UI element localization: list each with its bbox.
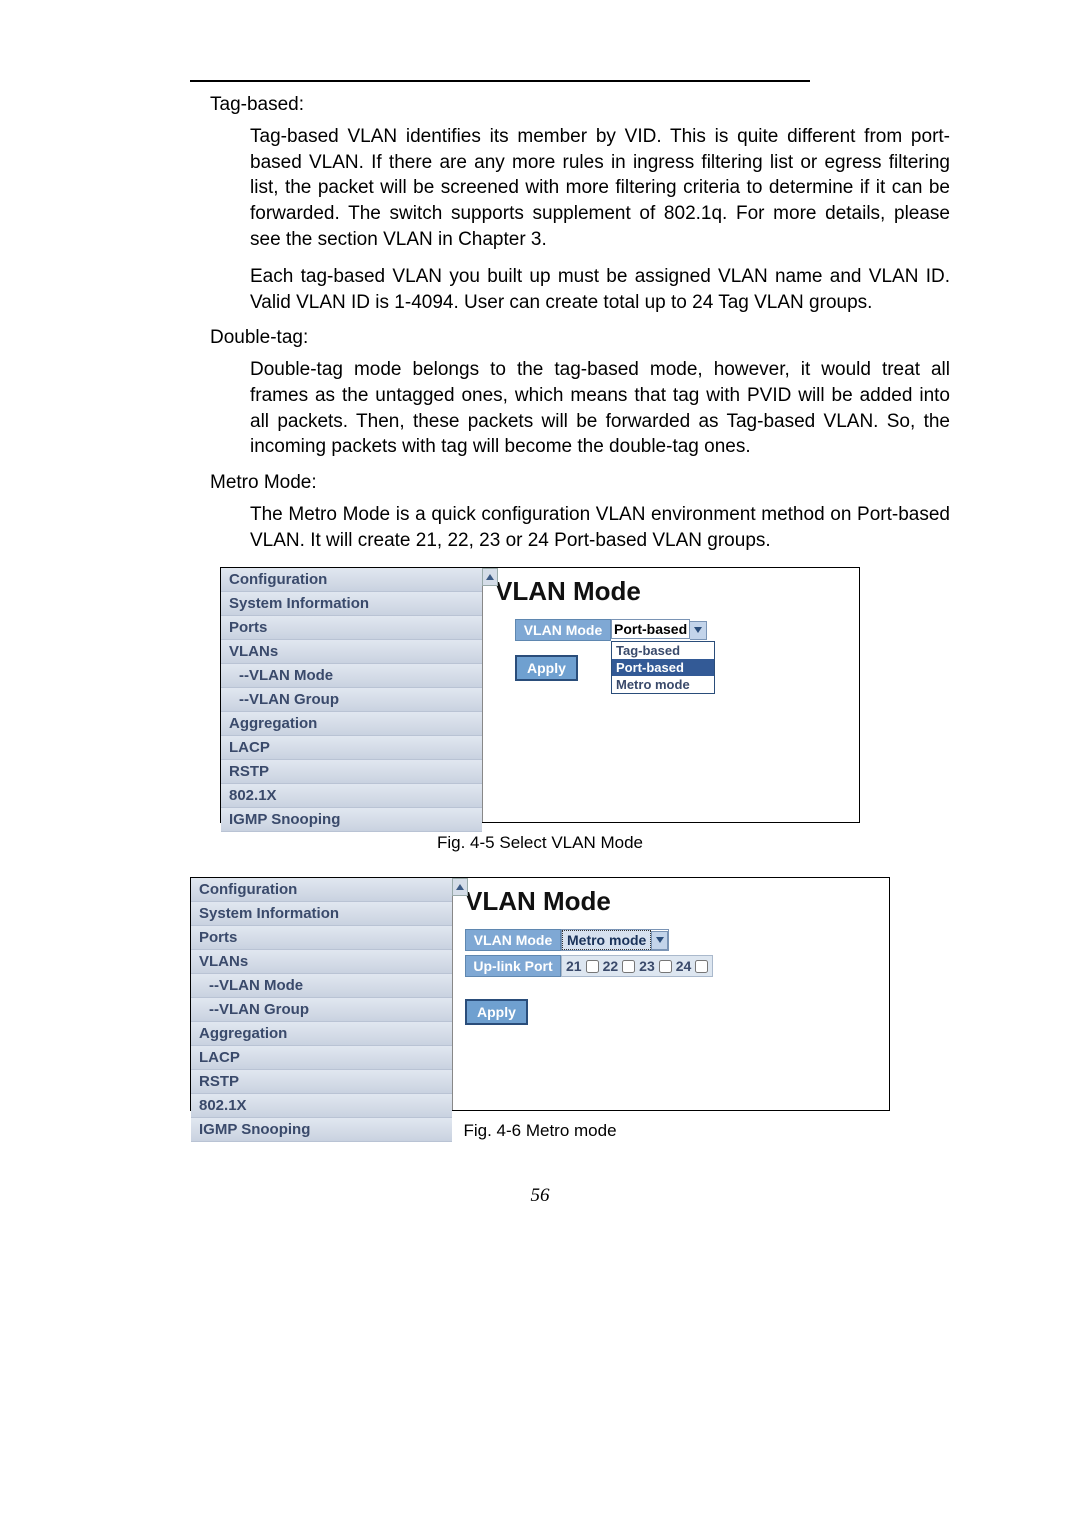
nav-configuration[interactable]: Configuration: [221, 568, 482, 592]
nav-system-information[interactable]: System Information: [221, 592, 482, 616]
chevron-down-icon[interactable]: [690, 621, 707, 640]
nav-aggregation[interactable]: Aggregation: [191, 1022, 452, 1046]
nav-configuration[interactable]: Configuration: [191, 878, 452, 902]
nav-vlans[interactable]: VLANs: [221, 640, 482, 664]
port-21-label: 21: [566, 958, 582, 974]
port-22-label: 22: [603, 958, 619, 974]
nav-igmp-snooping[interactable]: IGMP Snooping: [221, 808, 482, 832]
nav-sidebar: Configuration System Information Ports V…: [191, 878, 453, 1110]
vlan-mode-select[interactable]: Port-based Tag-based Port-based Metro mo…: [611, 621, 707, 640]
heading-double-tag: Double-tag:: [210, 327, 950, 349]
nav-system-information[interactable]: System Information: [191, 902, 452, 926]
port-22-checkbox[interactable]: [622, 960, 635, 973]
main-pane: VLAN Mode VLAN Mode Metro mode Up-link P…: [453, 878, 889, 1110]
scroll-up-icon[interactable]: [452, 878, 468, 896]
paragraph: The Metro Mode is a quick configuration …: [250, 502, 950, 553]
header-rule: [190, 80, 810, 82]
nav-ports[interactable]: Ports: [221, 616, 482, 640]
vlan-mode-label: VLAN Mode: [465, 929, 561, 951]
uplink-port-row: Up-link Port 21 22 23 24: [465, 955, 877, 977]
chevron-down-icon[interactable]: [651, 931, 668, 950]
paragraph: Double-tag mode belongs to the tag-based…: [250, 357, 950, 460]
option-tag-based[interactable]: Tag-based: [612, 642, 714, 659]
nav-vlan-group[interactable]: --VLAN Group: [221, 688, 482, 712]
vlan-mode-label: VLAN Mode: [515, 619, 611, 641]
apply-button[interactable]: Apply: [465, 999, 528, 1025]
nav-ports[interactable]: Ports: [191, 926, 452, 950]
page-number: 56: [130, 1185, 950, 1207]
vlan-mode-selected: Metro mode: [562, 930, 651, 950]
nav-aggregation[interactable]: Aggregation: [221, 712, 482, 736]
nav-vlan-mode[interactable]: --VLAN Mode: [191, 974, 452, 998]
scroll-up-icon[interactable]: [482, 568, 498, 586]
nav-rstp[interactable]: RSTP: [191, 1070, 452, 1094]
heading-metro-mode: Metro Mode:: [210, 472, 950, 494]
option-port-based[interactable]: Port-based: [612, 659, 714, 676]
port-23-label: 23: [639, 958, 655, 974]
vlan-mode-select[interactable]: Metro mode: [561, 929, 669, 951]
option-metro-mode[interactable]: Metro mode: [612, 676, 714, 693]
port-23-checkbox[interactable]: [659, 960, 672, 973]
nav-vlans[interactable]: VLANs: [191, 950, 452, 974]
port-24-checkbox[interactable]: [695, 960, 708, 973]
nav-igmp-snooping[interactable]: IGMP Snooping: [191, 1118, 452, 1142]
uplink-port-options: 21 22 23 24: [561, 955, 713, 977]
nav-lacp[interactable]: LACP: [191, 1046, 452, 1070]
figure-4-6: Configuration System Information Ports V…: [190, 877, 890, 1111]
nav-rstp[interactable]: RSTP: [221, 760, 482, 784]
document-page: Tag-based: Tag-based VLAN identifies its…: [0, 0, 1080, 1247]
figure-caption-4-5: Fig. 4-5 Select VLAN Mode: [130, 833, 950, 853]
paragraph: Each tag-based VLAN you built up must be…: [250, 264, 950, 315]
port-21-checkbox[interactable]: [586, 960, 599, 973]
vlan-mode-dropdown: Tag-based Port-based Metro mode: [611, 641, 715, 694]
nav-vlan-group[interactable]: --VLAN Group: [191, 998, 452, 1022]
vlan-mode-row: VLAN Mode Port-based Tag-based Port-base…: [515, 619, 847, 641]
nav-lacp[interactable]: LACP: [221, 736, 482, 760]
paragraph: Tag-based VLAN identifies its member by …: [250, 124, 950, 252]
nav-sidebar: Configuration System Information Ports V…: [221, 568, 483, 822]
uplink-port-label: Up-link Port: [465, 955, 561, 977]
main-pane: VLAN Mode VLAN Mode Port-based Tag-based…: [483, 568, 859, 822]
vlan-mode-selected: Port-based: [611, 619, 690, 639]
vlan-mode-row: VLAN Mode Metro mode: [465, 929, 877, 951]
figure-4-5: Configuration System Information Ports V…: [220, 567, 860, 823]
heading-tag-based: Tag-based:: [210, 94, 950, 116]
port-24-label: 24: [676, 958, 692, 974]
page-title: VLAN Mode: [495, 576, 847, 607]
nav-802-1x[interactable]: 802.1X: [221, 784, 482, 808]
nav-vlan-mode[interactable]: --VLAN Mode: [221, 664, 482, 688]
page-title: VLAN Mode: [465, 886, 877, 917]
nav-802-1x[interactable]: 802.1X: [191, 1094, 452, 1118]
apply-button[interactable]: Apply: [515, 655, 578, 681]
body-text: Tag-based: Tag-based VLAN identifies its…: [210, 94, 950, 553]
